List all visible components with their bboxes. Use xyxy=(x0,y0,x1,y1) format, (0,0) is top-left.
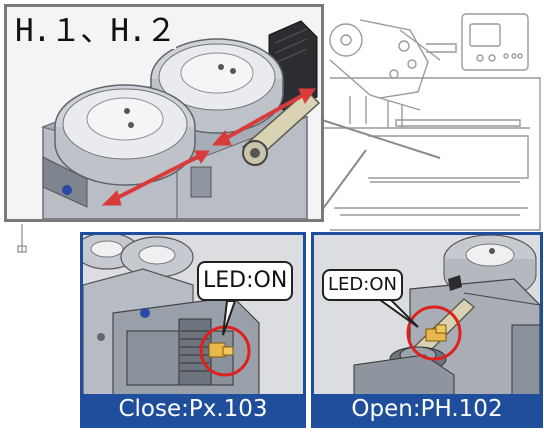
inset-title: H.１、H.２ xyxy=(15,13,177,49)
panel-caption: Open:PH.102 xyxy=(314,394,540,425)
callout-line xyxy=(321,149,367,211)
led-status-bubble: LED:ON xyxy=(197,261,294,301)
panel-close-sensor: LED:ON Close:Px.103 xyxy=(80,232,306,428)
led-status-bubble: LED:ON xyxy=(322,269,403,301)
open-sensor-illustration xyxy=(314,235,540,397)
panel-caption: Close:Px.103 xyxy=(83,394,303,425)
panel-open-sensor: LED:ON Open:PH.102 xyxy=(311,232,543,428)
main-inset-detail: H.１、H.２ xyxy=(4,4,324,222)
close-sensor-illustration xyxy=(83,235,303,397)
